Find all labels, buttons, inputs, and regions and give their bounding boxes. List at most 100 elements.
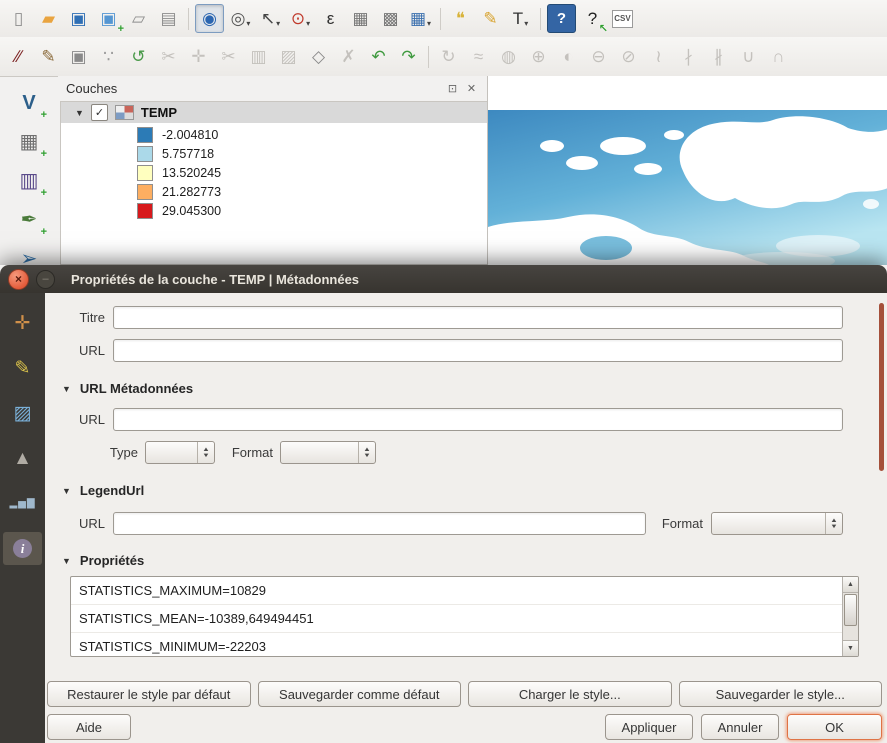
save-style-button[interactable]: Sauvegarder le style... xyxy=(679,681,883,707)
layer-visibility-checkbox[interactable]: ✓ xyxy=(91,104,108,121)
tab-histogram[interactable]: ▂▅▇ xyxy=(3,487,42,520)
delete-part-button[interactable]: ✂ xyxy=(155,43,182,70)
merge-attributes-button[interactable]: ∩ xyxy=(765,43,792,70)
scroll-down-icon[interactable]: ▼ xyxy=(843,640,858,656)
current-edits-button[interactable]: ∕∕ xyxy=(5,43,32,70)
section-collapse-icon[interactable]: ▼ xyxy=(62,486,71,496)
open-project-button[interactable]: ▰ xyxy=(35,5,62,32)
map-canvas[interactable] xyxy=(487,76,887,265)
load-style-button[interactable]: Charger le style... xyxy=(468,681,672,707)
split-features-button[interactable]: ∤ xyxy=(675,43,702,70)
add-ring-button[interactable]: ◍ xyxy=(495,43,522,70)
node-tool-button[interactable]: ◇ xyxy=(305,43,332,70)
panel-float-icon[interactable]: ⊡ xyxy=(445,81,460,96)
section-collapse-icon[interactable]: ▼ xyxy=(62,556,71,566)
labeling-button[interactable]: ✎ xyxy=(477,5,504,32)
spinner-down-icon[interactable]: ▼ xyxy=(363,453,371,459)
spinner-arrows-icon[interactable]: ▲ ▼ xyxy=(197,442,214,463)
copy-features-button[interactable]: ▥ xyxy=(245,43,272,70)
zoom-tool-button[interactable]: ◎ ▾ xyxy=(227,5,254,32)
delete-selected-button[interactable]: ✗ xyxy=(335,43,362,70)
dialog-titlebar[interactable]: × – Propriétés de la couche - TEMP | Mét… xyxy=(0,265,887,294)
tree-expander-icon[interactable]: ▼ xyxy=(75,108,84,118)
rotate-feature-button[interactable]: ↻ xyxy=(435,43,462,70)
url-input[interactable] xyxy=(113,339,843,362)
title-input[interactable] xyxy=(113,306,843,329)
raster-tools-button[interactable]: ▩ xyxy=(377,5,404,32)
metadata-url-input[interactable] xyxy=(113,408,843,431)
type-combobox[interactable]: ▲ ▼ xyxy=(145,441,215,464)
format-combobox[interactable]: ▲ ▼ xyxy=(280,441,376,464)
tab-general[interactable]: ✛ xyxy=(3,307,42,340)
map-tips-button[interactable]: ❝ xyxy=(447,5,474,32)
add-feature-button[interactable]: ∵ xyxy=(95,43,122,70)
spinner-arrows-icon[interactable]: ▲ ▼ xyxy=(825,513,842,534)
scroll-up-icon[interactable]: ▲ xyxy=(843,577,858,593)
legendurl-input[interactable] xyxy=(113,512,646,535)
add-vector-layer-button[interactable]: V + xyxy=(13,88,45,118)
save-project-as-button[interactable]: ▣ + xyxy=(95,5,122,32)
properties-section-header[interactable]: ▼ Propriétés xyxy=(62,553,144,568)
tab-transparency[interactable]: ▨ xyxy=(3,397,42,430)
paste-features-button[interactable]: ▨ xyxy=(275,43,302,70)
property-row[interactable]: STATISTICS_MEAN=-10389,649494451 xyxy=(71,605,843,633)
help-button[interactable]: Aide xyxy=(47,714,131,740)
add-raster-layer-button[interactable]: ▦ + xyxy=(13,127,45,157)
add-part-button[interactable]: ⊕ xyxy=(525,43,552,70)
split-parts-button[interactable]: ∦ xyxy=(705,43,732,70)
ok-button[interactable]: OK xyxy=(787,714,882,740)
list-scrollbar[interactable]: ▲ ▼ xyxy=(842,577,858,656)
scrollbar-thumb[interactable] xyxy=(844,594,857,626)
delete-part-alt-button[interactable]: ⊘ xyxy=(615,43,642,70)
property-row[interactable]: STATISTICS_MINIMUM=-22203 xyxy=(71,633,843,657)
legendurl-section-header[interactable]: ▼ LegendUrl xyxy=(62,483,144,498)
panel-close-icon[interactable]: ✕ xyxy=(464,81,479,96)
simplify-feature-button[interactable]: ≈ xyxy=(465,43,492,70)
delete-ring-button[interactable]: ⊖ xyxy=(585,43,612,70)
spinner-down-icon[interactable]: ▼ xyxy=(830,524,838,530)
move-feature-button[interactable]: ✛ xyxy=(185,43,212,70)
property-row[interactable]: STATISTICS_MAXIMUM=10829 xyxy=(71,577,843,605)
spinner-down-icon[interactable]: ▼ xyxy=(202,453,210,459)
cut-features-button[interactable]: ✂ xyxy=(215,43,242,70)
redo-button[interactable]: ↷ xyxy=(395,43,422,70)
attribute-table-button[interactable]: ▦ xyxy=(347,5,374,32)
reshape-features-button[interactable]: ↺ xyxy=(125,43,152,70)
fill-ring-button[interactable]: ◐ xyxy=(555,43,582,70)
toggle-editing-button[interactable]: ✎ xyxy=(35,43,62,70)
dialog-overlay-scrollbar-thumb[interactable] xyxy=(879,303,884,471)
new-print-composer-button[interactable]: ▱ xyxy=(125,5,152,32)
window-close-icon[interactable]: × xyxy=(8,269,29,290)
section-collapse-icon[interactable]: ▼ xyxy=(62,384,71,394)
legend-format-combobox[interactable]: ▲ ▼ xyxy=(711,512,843,535)
text-annotation-button[interactable]: T ▾ xyxy=(507,5,534,32)
whats-this-button[interactable]: ? ↖ xyxy=(579,5,606,32)
grid-tools-button[interactable]: ▦ ▾ xyxy=(407,5,434,32)
apply-button[interactable]: Appliquer xyxy=(605,714,693,740)
select-features-button[interactable]: ↖ ▾ xyxy=(257,5,284,32)
identify-features-button[interactable]: ◉ xyxy=(195,4,224,33)
metadata-url-section-header[interactable]: ▼ URL Métadonnées xyxy=(62,381,193,396)
add-spatialite-layer-button[interactable]: ✒ + xyxy=(13,205,45,235)
composer-manager-button[interactable]: ▤ xyxy=(155,5,182,32)
measure-tool-button[interactable]: ⊙ ▾ xyxy=(287,5,314,32)
undo-button[interactable]: ↶ xyxy=(365,43,392,70)
offset-curve-button[interactable]: ≀ xyxy=(645,43,672,70)
save-layer-edits-button[interactable]: ▣ xyxy=(65,43,92,70)
cancel-button[interactable]: Annuler xyxy=(701,714,779,740)
tab-pyramids[interactable]: ▲ xyxy=(3,442,42,475)
merge-features-button[interactable]: ∪ xyxy=(735,43,762,70)
tab-style[interactable]: ✎ xyxy=(3,352,42,385)
help-button[interactable]: ? xyxy=(547,4,576,33)
add-delimited-text-button[interactable]: CSV xyxy=(609,5,636,32)
window-minimize-icon[interactable]: – xyxy=(36,270,55,289)
restore-default-style-button[interactable]: Restaurer le style par défaut xyxy=(47,681,251,707)
tab-metadata[interactable]: i xyxy=(3,532,42,565)
new-project-button[interactable]: ▯ xyxy=(5,5,32,32)
save-as-default-style-button[interactable]: Sauvegarder comme défaut xyxy=(258,681,462,707)
spinner-arrows-icon[interactable]: ▲ ▼ xyxy=(358,442,375,463)
add-postgis-layer-button[interactable]: ▥ + xyxy=(13,166,45,196)
save-project-button[interactable]: ▣ xyxy=(65,5,92,32)
layer-tree-row-temp[interactable]: ▼ ✓ TEMP xyxy=(61,102,487,123)
statistical-summary-button[interactable]: ε xyxy=(317,5,344,32)
